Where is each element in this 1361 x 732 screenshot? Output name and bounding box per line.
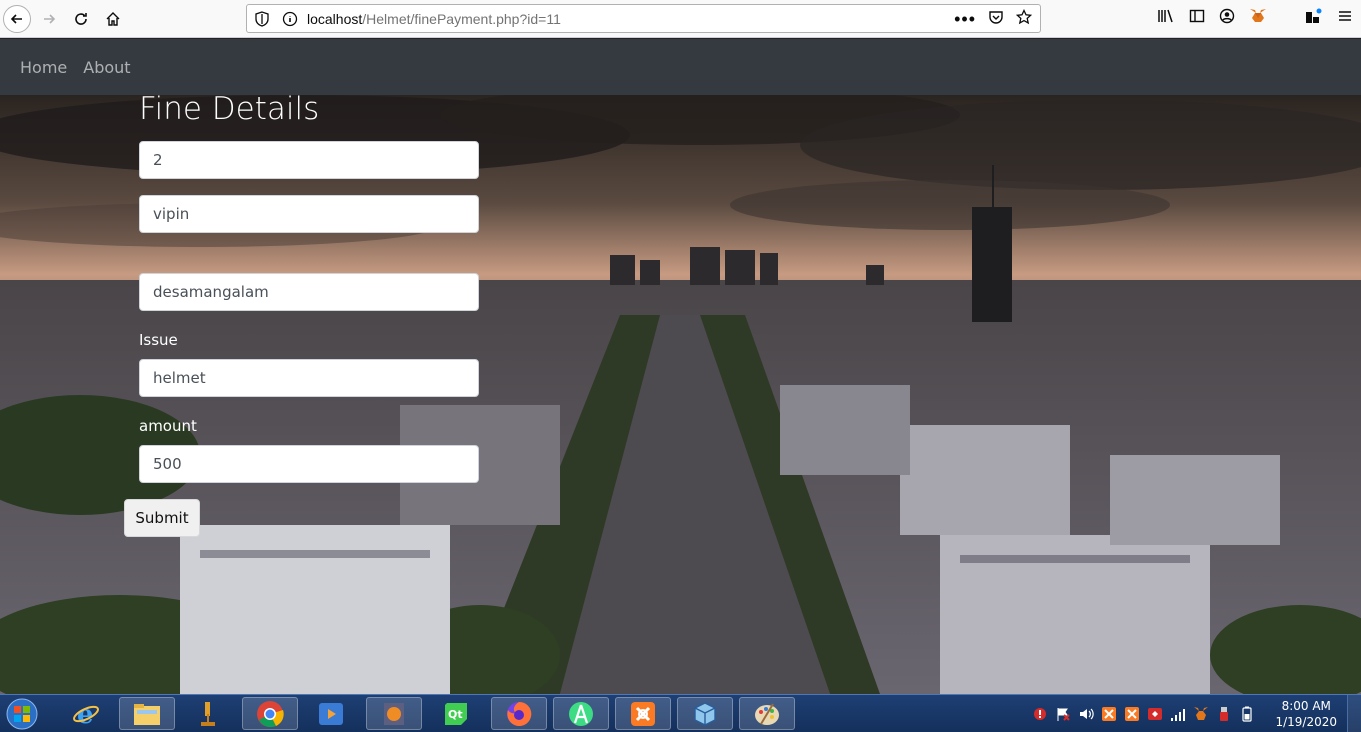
menu-icon[interactable] [1337, 8, 1353, 29]
taskbar-vlc[interactable] [366, 697, 422, 730]
start-button[interactable] [2, 696, 42, 732]
xampp-tray-icon[interactable] [1100, 705, 1118, 723]
volume-icon[interactable] [1077, 705, 1095, 723]
taskbar-qt-creator[interactable]: Qt [428, 697, 484, 730]
taskbar-virtualbox[interactable] [677, 697, 733, 730]
network-signal-icon[interactable] [1169, 705, 1187, 723]
submit-button[interactable]: Submit [124, 499, 200, 537]
url-text[interactable]: localhost/Helmet/finePayment.php?id=11 [307, 11, 561, 27]
clock-date: 1/19/2020 [1275, 715, 1337, 729]
security-alert-icon[interactable] [1031, 705, 1049, 723]
url-host: localhost [307, 11, 363, 27]
forward-button[interactable] [35, 5, 63, 33]
metamask-icon[interactable] [1249, 8, 1267, 29]
windows-orb-icon [6, 698, 38, 730]
xampp-icon [631, 701, 655, 726]
show-desktop-button[interactable] [1347, 695, 1361, 732]
top-navbar: Home About [0, 39, 1361, 95]
bookmark-star-icon[interactable] [1015, 8, 1033, 30]
taskbar-paint[interactable] [739, 697, 795, 730]
app-tray-icon[interactable] [1146, 705, 1164, 723]
browser-toolbar: localhost/Helmet/finePayment.php?id=11 •… [0, 0, 1361, 38]
taskbar-media-player[interactable] [303, 697, 359, 730]
home-button[interactable] [99, 5, 127, 33]
firefox-icon [507, 701, 532, 726]
taskbar-xampp[interactable] [615, 697, 671, 730]
home-icon [106, 12, 120, 26]
library-icon[interactable] [1157, 8, 1175, 29]
taskbar-android-studio[interactable] [553, 697, 609, 730]
system-clock[interactable]: 8:00 AM 1/19/2020 [1275, 698, 1337, 730]
qt-icon: Qt [445, 702, 467, 725]
media-player-icon [319, 702, 343, 725]
arrow-left-icon [10, 14, 22, 24]
page-title: Fine Details [139, 91, 320, 127]
site-info-icon[interactable] [282, 11, 298, 30]
taskbar-internet-explorer[interactable]: e [58, 697, 114, 730]
folder-icon [134, 703, 160, 725]
sidebar-icon[interactable] [1189, 8, 1205, 29]
android-studio-icon [569, 701, 593, 726]
taskbar-tool-app[interactable] [180, 697, 236, 730]
internet-explorer-icon: e [73, 700, 99, 728]
reload-button[interactable] [67, 5, 95, 33]
system-tray: 8:00 AM 1/19/2020 [1031, 695, 1361, 732]
paint-palette-icon [755, 702, 779, 725]
more-icon[interactable]: ••• [954, 9, 976, 30]
name-field[interactable] [139, 195, 479, 233]
amount-label: amount [139, 417, 197, 435]
taskbar-firefox[interactable] [491, 697, 547, 730]
account-icon[interactable] [1219, 8, 1235, 29]
url-bar[interactable]: localhost/Helmet/finePayment.php?id=11 •… [246, 4, 1041, 33]
location-field[interactable] [139, 273, 479, 311]
url-path: /Helmet/finePayment.php?id=11 [362, 11, 561, 27]
taskbar-file-explorer[interactable] [119, 697, 175, 730]
microscope-icon [201, 701, 215, 726]
fine-details-form: Fine Details Issue amount [139, 89, 479, 483]
page-viewport: Home About Fine Details Issue amount Sub… [0, 39, 1361, 694]
taskbar-chrome[interactable] [242, 697, 298, 730]
usb-tray-icon[interactable] [1215, 705, 1233, 723]
metamask-tray-icon[interactable] [1192, 705, 1210, 723]
pocket-icon[interactable] [988, 9, 1004, 30]
extensions-icon[interactable] [1305, 8, 1323, 29]
fine-id-field[interactable] [139, 141, 479, 179]
nav-home-link[interactable]: Home [20, 58, 67, 77]
svg-text:Qt: Qt [448, 708, 463, 721]
back-button[interactable] [3, 5, 31, 33]
reload-icon [75, 13, 87, 25]
battery-icon[interactable] [1238, 705, 1256, 723]
issue-label: Issue [139, 331, 178, 349]
amount-field[interactable] [139, 445, 479, 483]
issue-field[interactable] [139, 359, 479, 397]
virtualbox-icon [694, 701, 716, 726]
action-center-flag-icon[interactable] [1054, 705, 1072, 723]
windows-taskbar: e Qt 8:00 AM 1/19/2020 [0, 694, 1361, 732]
app-icon [384, 702, 404, 725]
nav-about-link[interactable]: About [83, 58, 130, 77]
clock-time: 8:00 AM [1281, 699, 1331, 713]
svg-text:e: e [77, 700, 94, 728]
tracking-shield-icon[interactable] [255, 11, 269, 30]
chrome-icon [257, 700, 284, 727]
arrow-right-icon [44, 14, 56, 24]
xampp-tray-icon-2[interactable] [1123, 705, 1141, 723]
